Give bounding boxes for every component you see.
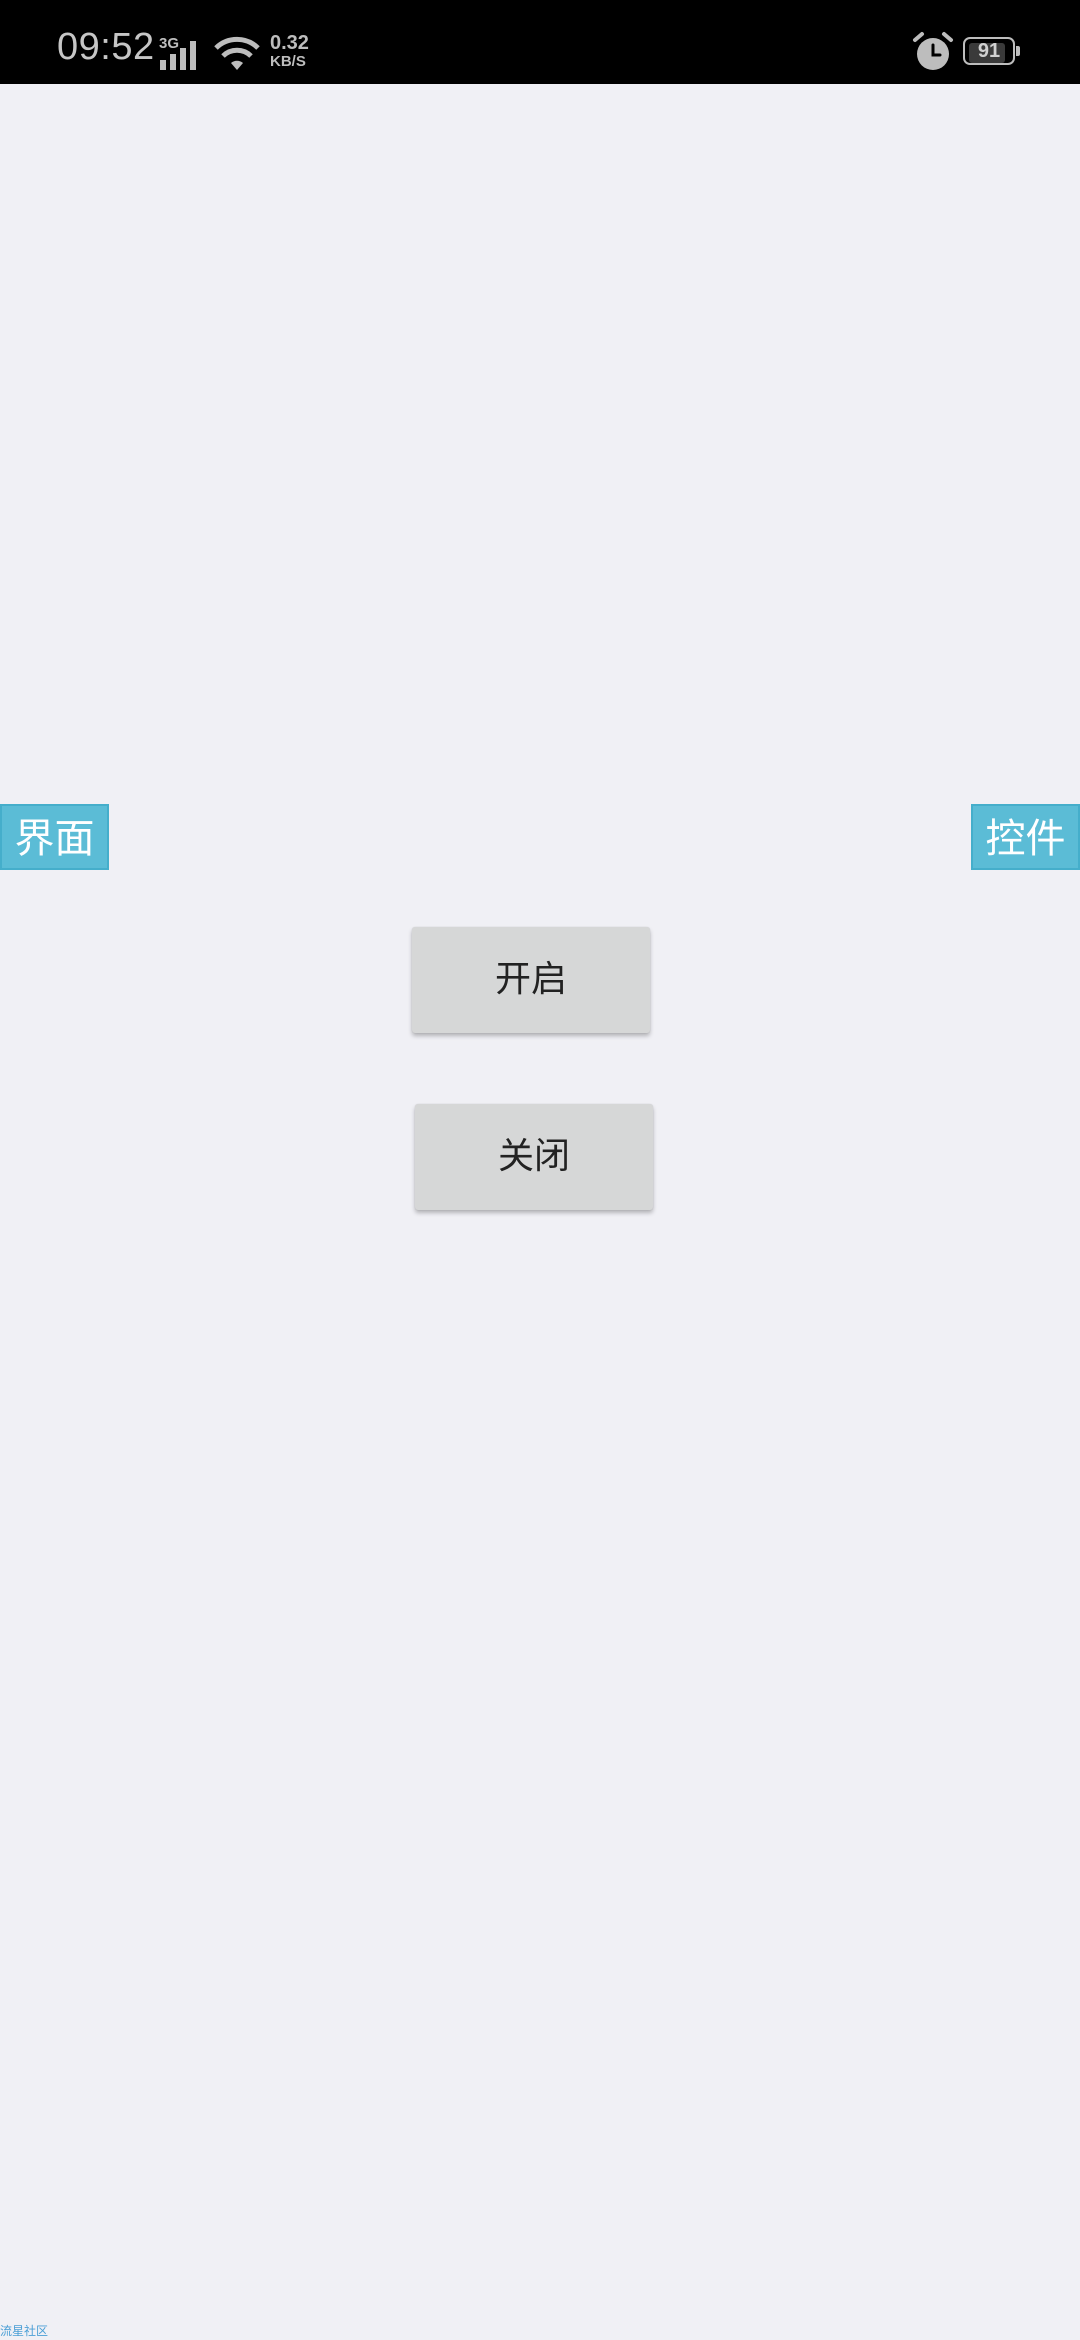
footer-community-link[interactable]: 流星社区 xyxy=(0,2325,48,2337)
net-speed-value: 0.32 xyxy=(270,32,309,54)
side-tab-controls[interactable]: 控件 xyxy=(971,804,1080,870)
battery-icon: 91 xyxy=(963,37,1020,67)
alarm-icon xyxy=(913,32,953,70)
signal-icon xyxy=(160,41,196,70)
status-time: 09:52 xyxy=(57,26,155,68)
open-button[interactable]: 开启 xyxy=(412,927,650,1033)
status-bar: 09:52 3G 0.32 KB/S 91 xyxy=(0,0,1080,84)
side-tab-interface[interactable]: 界面 xyxy=(0,804,109,870)
wifi-icon xyxy=(214,36,260,70)
battery-tip xyxy=(1016,46,1020,56)
battery-level: 91 xyxy=(977,40,1001,62)
net-speed-unit: KB/S xyxy=(270,53,306,70)
net-speed: 0.32 KB/S xyxy=(270,33,309,69)
close-button[interactable]: 关闭 xyxy=(415,1104,653,1210)
